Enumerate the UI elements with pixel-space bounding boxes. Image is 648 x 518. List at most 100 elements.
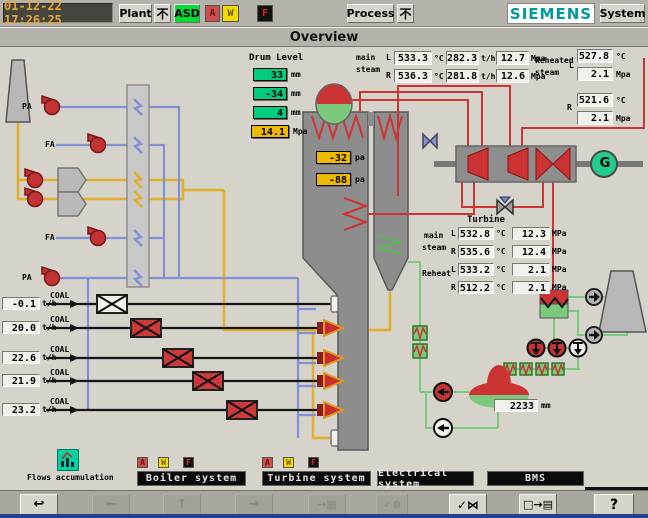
boiler — [303, 84, 408, 450]
condensate-pump-2-icon — [549, 340, 566, 357]
drum-level-unit-1: mm — [291, 70, 301, 79]
furnace-pressure-value-2: -88 — [316, 173, 351, 186]
siemens-logo: SIEMENS — [507, 3, 595, 24]
bar-chart-icon — [58, 450, 78, 470]
air-heater-column — [127, 85, 149, 287]
furnace-pressure-unit-2: pa — [355, 175, 365, 184]
coal-line-label-4: COAL — [50, 368, 69, 377]
backpass-body — [374, 112, 408, 290]
condensate-pump-icons — [528, 340, 587, 357]
drum-pressure-unit: Mpa — [293, 127, 307, 136]
turbine-main-r-temp: 535.6 — [458, 245, 494, 258]
coal-flow-unit-1: t/h — [42, 299, 56, 308]
turbine-system-button[interactable]: Turbine system — [262, 471, 371, 486]
main-steam-l-temp: 533.3 — [394, 51, 432, 65]
turbine-main-l-temp: 532.8 — [458, 227, 494, 240]
drum-level-unit-2: mm — [291, 89, 301, 98]
turbine-reheat-label: Reheat — [422, 269, 451, 278]
coal-flow-value-2: 20.0 — [2, 321, 40, 334]
system-button[interactable]: System — [600, 4, 645, 23]
flows-accumulation-label: Flows accumulation — [27, 473, 114, 482]
pa-fan-bottom-icon — [42, 267, 60, 286]
reheated-l-press-unit: Mpa — [616, 70, 630, 79]
turbine-row3-side: L — [451, 265, 456, 274]
turbine-alarm-a[interactable]: A — [262, 457, 273, 468]
reheated-r-temp: 521.6 — [577, 93, 613, 107]
bms-button[interactable]: BMS — [487, 471, 584, 486]
asd-button[interactable]: ASD — [174, 4, 200, 23]
coal-flow-unit-5: t/h — [42, 405, 56, 414]
next-page-button[interactable]: → — [235, 494, 273, 515]
drum-level-value-3: 4 — [253, 106, 287, 119]
prev-page-button[interactable]: ← — [92, 494, 130, 515]
main-steam-r-flow-unit: t/h — [481, 72, 495, 81]
acknowledge-button[interactable]: ✓⋈ — [449, 494, 487, 515]
help-button[interactable]: ? — [594, 494, 634, 515]
boiler-alarm-f[interactable]: F — [183, 457, 194, 468]
plant-nav-button[interactable]: 不 — [154, 4, 171, 23]
lp-heater-2 — [520, 363, 532, 375]
turbine-main-l-press: 12.3 — [512, 227, 550, 240]
steam-valve-icon — [497, 197, 513, 214]
condenser — [540, 290, 568, 318]
coal-mill-2 — [131, 319, 161, 337]
furnace-pressure-value-1: -32 — [316, 151, 351, 164]
electrical-system-button[interactable]: Electrical system — [377, 471, 474, 486]
turbine-alarm-f[interactable]: F — [308, 457, 319, 468]
ack-disabled-button[interactable]: ✓⊗ — [376, 494, 408, 515]
alarm-a-indicator[interactable]: A — [205, 5, 220, 22]
reheated-steam-label-1: Reheated — [535, 56, 574, 65]
coal-flow-unit-3: t/h — [42, 353, 56, 362]
furnace-pressure-unit-1: pa — [355, 153, 365, 162]
turbine-main-r-press-unit: MPa — [552, 247, 566, 256]
turbine-label: Turbine — [467, 215, 505, 225]
feedwater-pump-icons — [434, 383, 452, 437]
reheated-side-l: L — [569, 61, 574, 70]
coal-mill-3 — [163, 349, 193, 367]
alarm-f-indicator[interactable]: F — [257, 5, 273, 22]
turbine-main-r-temp-unit: °C — [496, 247, 506, 256]
cw-pump-1-icon — [586, 289, 602, 305]
burner-nozzle-2 — [331, 430, 338, 446]
assign-display-button[interactable]: →▦ — [308, 494, 346, 515]
reheated-l-temp: 527.8 — [577, 49, 613, 63]
main-steam-r-temp: 536.3 — [394, 69, 432, 83]
reheated-r-press-unit: Mpa — [616, 114, 630, 123]
boiler-alarm-a[interactable]: A — [137, 457, 148, 468]
flows-accumulation-icon[interactable] — [57, 449, 79, 471]
drum-level-unit-3: mm — [291, 108, 301, 117]
process-nav-button[interactable]: 不 — [397, 4, 414, 23]
burner-nozzle-1 — [331, 296, 338, 312]
steam-drum — [316, 84, 352, 124]
pa-fan-top-icon — [42, 96, 60, 115]
damper-valve-icon — [423, 134, 437, 148]
turbine-row4-side: R — [451, 283, 456, 292]
alarm-w-indicator[interactable]: W — [222, 5, 239, 22]
up-page-button[interactable]: ↑ — [163, 494, 201, 515]
coal-line-label-1: COAL — [50, 291, 69, 300]
deaerator-level-value: 2233 — [494, 399, 538, 412]
reheated-steam-label-2: steam — [535, 68, 559, 77]
back-button[interactable]: ↩ — [20, 494, 58, 515]
process-button[interactable]: Process — [347, 4, 394, 23]
feedwater-pump-1-icon — [434, 383, 452, 401]
boiler-system-button[interactable]: Boiler system — [137, 471, 246, 486]
coal-flow-value-5: 23.2 — [2, 403, 40, 416]
coal-flow-value-4: 21.9 — [2, 374, 40, 387]
coal-mill-5 — [227, 401, 257, 419]
boiler-alarm-w[interactable]: W — [158, 457, 169, 468]
coal-line-label-2: COAL — [50, 315, 69, 324]
main-steam-r-temp-unit: °C — [434, 72, 444, 81]
main-steam-r-flow: 281.8 — [446, 69, 479, 83]
main-steam-l-press: 12.7 — [496, 51, 529, 65]
plant-button[interactable]: Plant — [119, 4, 152, 23]
turbine-alarm-w[interactable]: W — [283, 457, 294, 468]
main-steam-r-press: 12.6 — [496, 69, 529, 83]
main-steam-label-2: steam — [356, 65, 380, 74]
print-button[interactable]: □→▤ — [519, 494, 557, 515]
fa-fan-top-icon — [88, 134, 106, 153]
coal-flow-unit-4: t/h — [42, 376, 56, 385]
fa-fan-bottom-icon — [88, 227, 106, 246]
window-bottom-frame — [0, 514, 648, 518]
air-pipes — [56, 107, 316, 438]
